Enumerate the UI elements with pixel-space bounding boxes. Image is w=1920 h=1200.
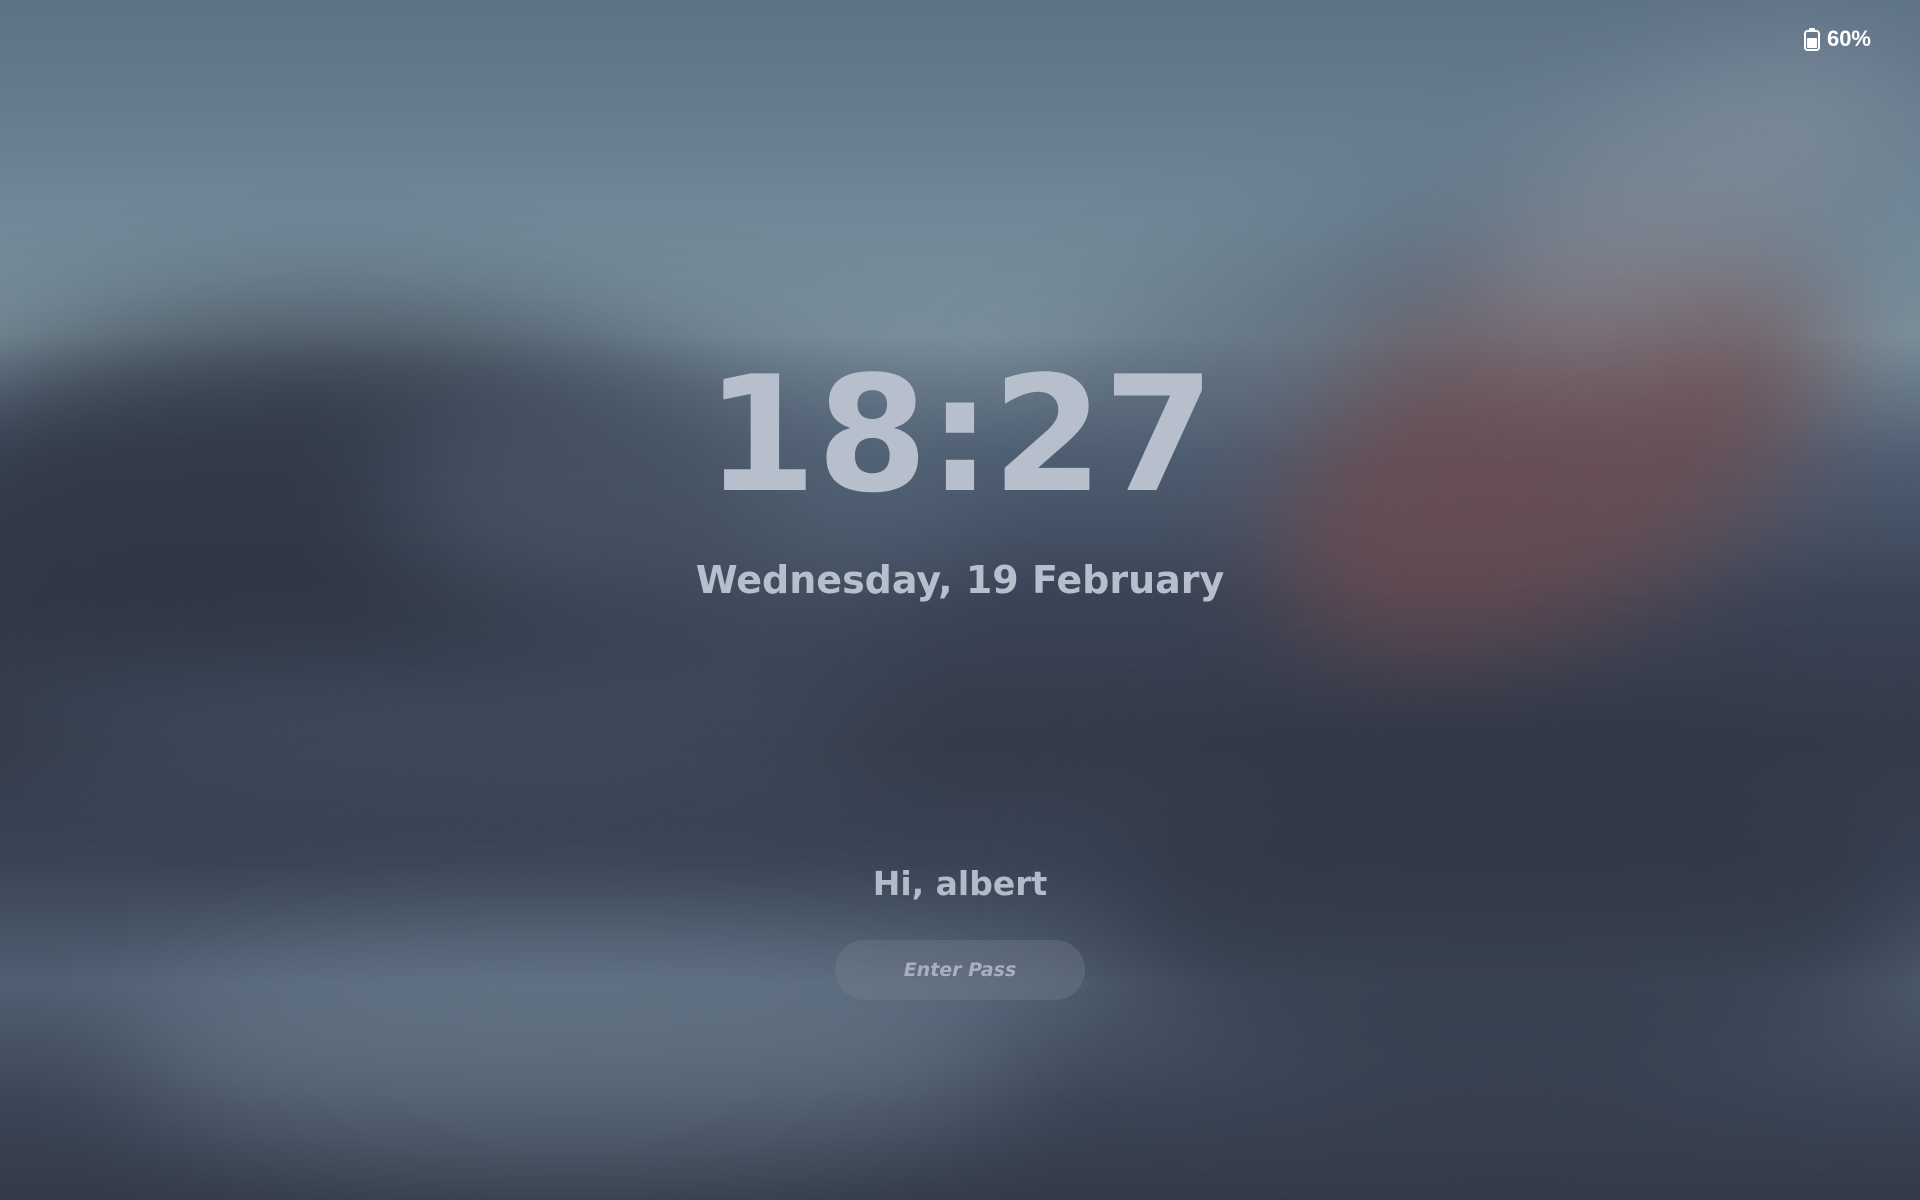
user-greeting: Hi, albert — [872, 864, 1048, 903]
battery-icon — [1803, 27, 1821, 51]
password-input[interactable] — [835, 940, 1085, 1000]
battery-percent: 60% — [1826, 26, 1871, 51]
status-bar: 60% — [1803, 26, 1871, 52]
clock-time: 18:27 — [705, 341, 1215, 528]
date-label: Wednesday, 19 February — [695, 558, 1225, 602]
lock-screen: 60% 18:27 Wednesday, 19 February Hi, alb… — [0, 0, 1920, 1200]
